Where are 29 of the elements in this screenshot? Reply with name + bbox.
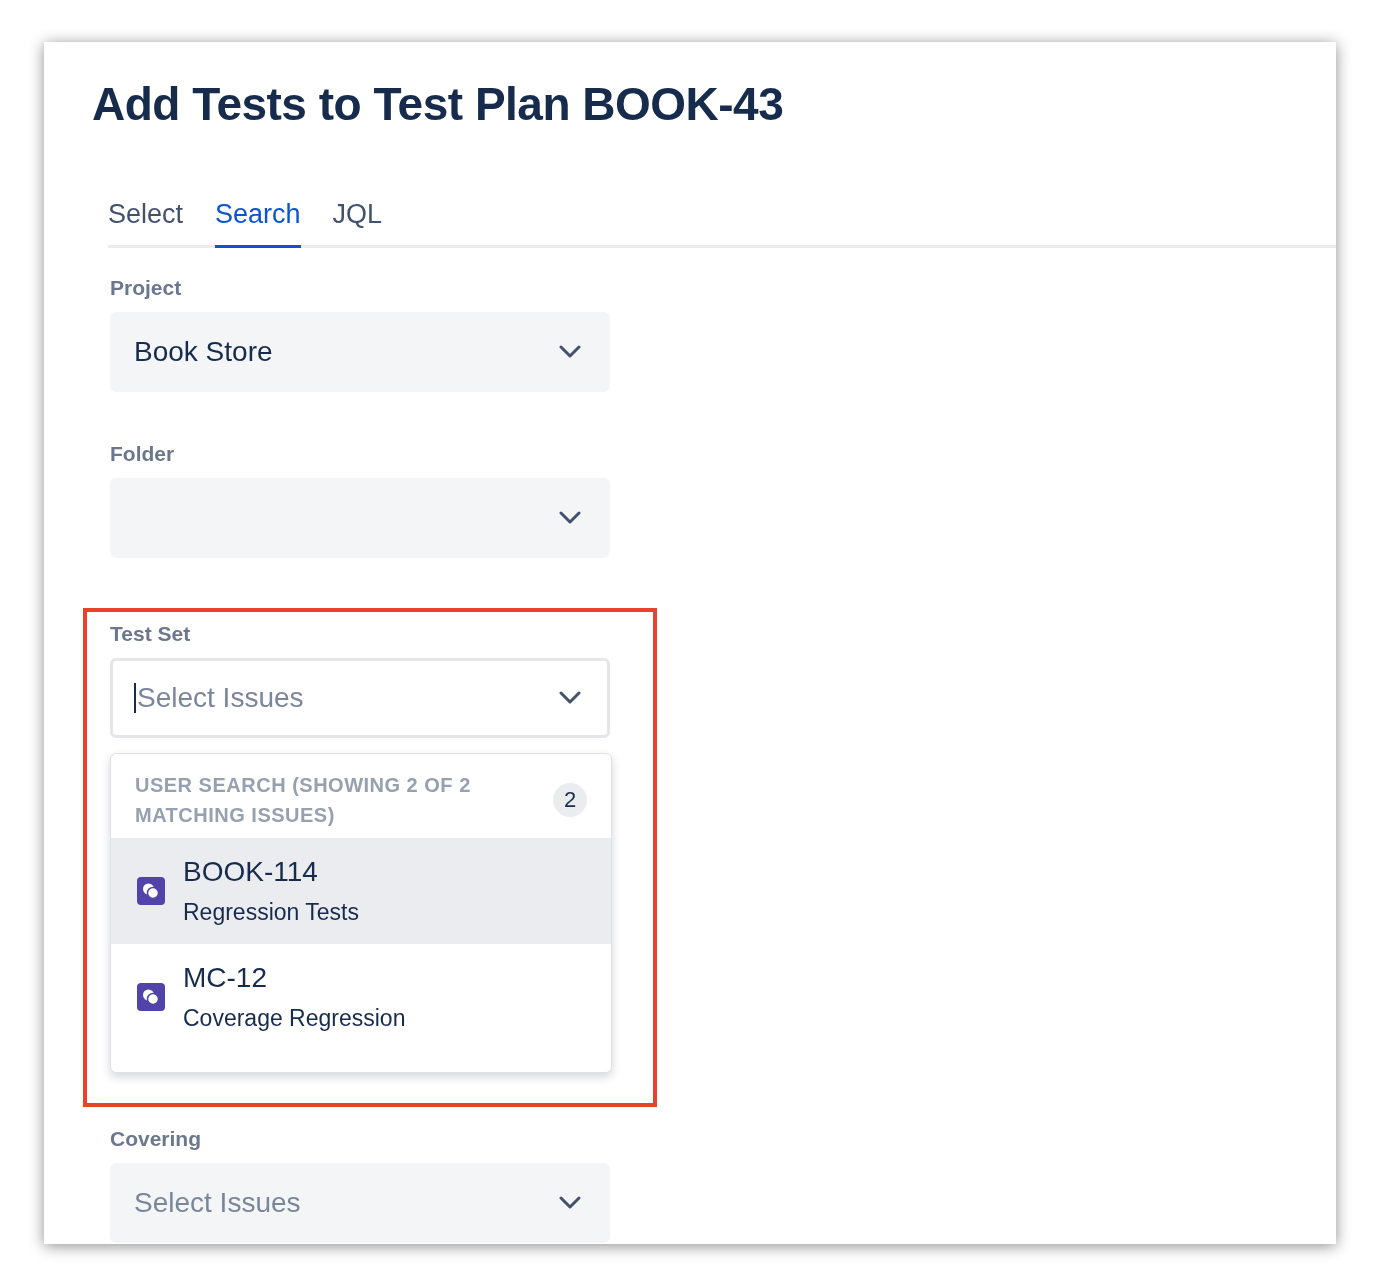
issue-summary: Regression Tests xyxy=(183,897,359,926)
test-set-icon xyxy=(137,982,165,1011)
select-placeholder: Select Issues xyxy=(134,1185,301,1220)
tab[interactable]: JQL xyxy=(332,194,383,248)
field-label: Covering xyxy=(110,1126,202,1151)
text-cursor xyxy=(134,682,136,713)
menu-option[interactable]: MC-12 Coverage Regression xyxy=(111,943,611,1050)
chevron-down-icon xyxy=(559,344,581,359)
select-field[interactable]: Select Issues xyxy=(110,657,610,738)
field-label: Project xyxy=(110,275,183,300)
menu-option[interactable]: BOOK-114 Regression Tests xyxy=(111,837,611,944)
tab[interactable]: Search xyxy=(215,194,301,248)
test-set-icon xyxy=(137,876,165,905)
field-label: Folder xyxy=(110,441,176,466)
select-field[interactable]: Book Store xyxy=(110,311,610,392)
select-field[interactable] xyxy=(110,477,610,558)
count-badge: 2 xyxy=(553,782,587,817)
chevron-down-icon xyxy=(559,1195,581,1210)
select-value: Book Store xyxy=(134,334,273,369)
tab[interactable]: Select xyxy=(108,194,184,248)
chevron-down-icon xyxy=(559,690,581,705)
chevron-down-icon xyxy=(559,510,581,525)
issue-summary: Coverage Regression xyxy=(183,1003,406,1032)
issue-key: BOOK-114 xyxy=(183,855,359,888)
select-placeholder: Select Issues xyxy=(137,680,304,715)
issue-key: MC-12 xyxy=(183,961,406,994)
field-label: Test Set xyxy=(110,621,192,646)
menu-heading: USER SEARCH (SHOWING 2 OF 2 MATCHING ISSUES) xyxy=(135,772,472,828)
dialog-title: Add Tests to Test Plan BOOK-43 xyxy=(92,77,785,132)
